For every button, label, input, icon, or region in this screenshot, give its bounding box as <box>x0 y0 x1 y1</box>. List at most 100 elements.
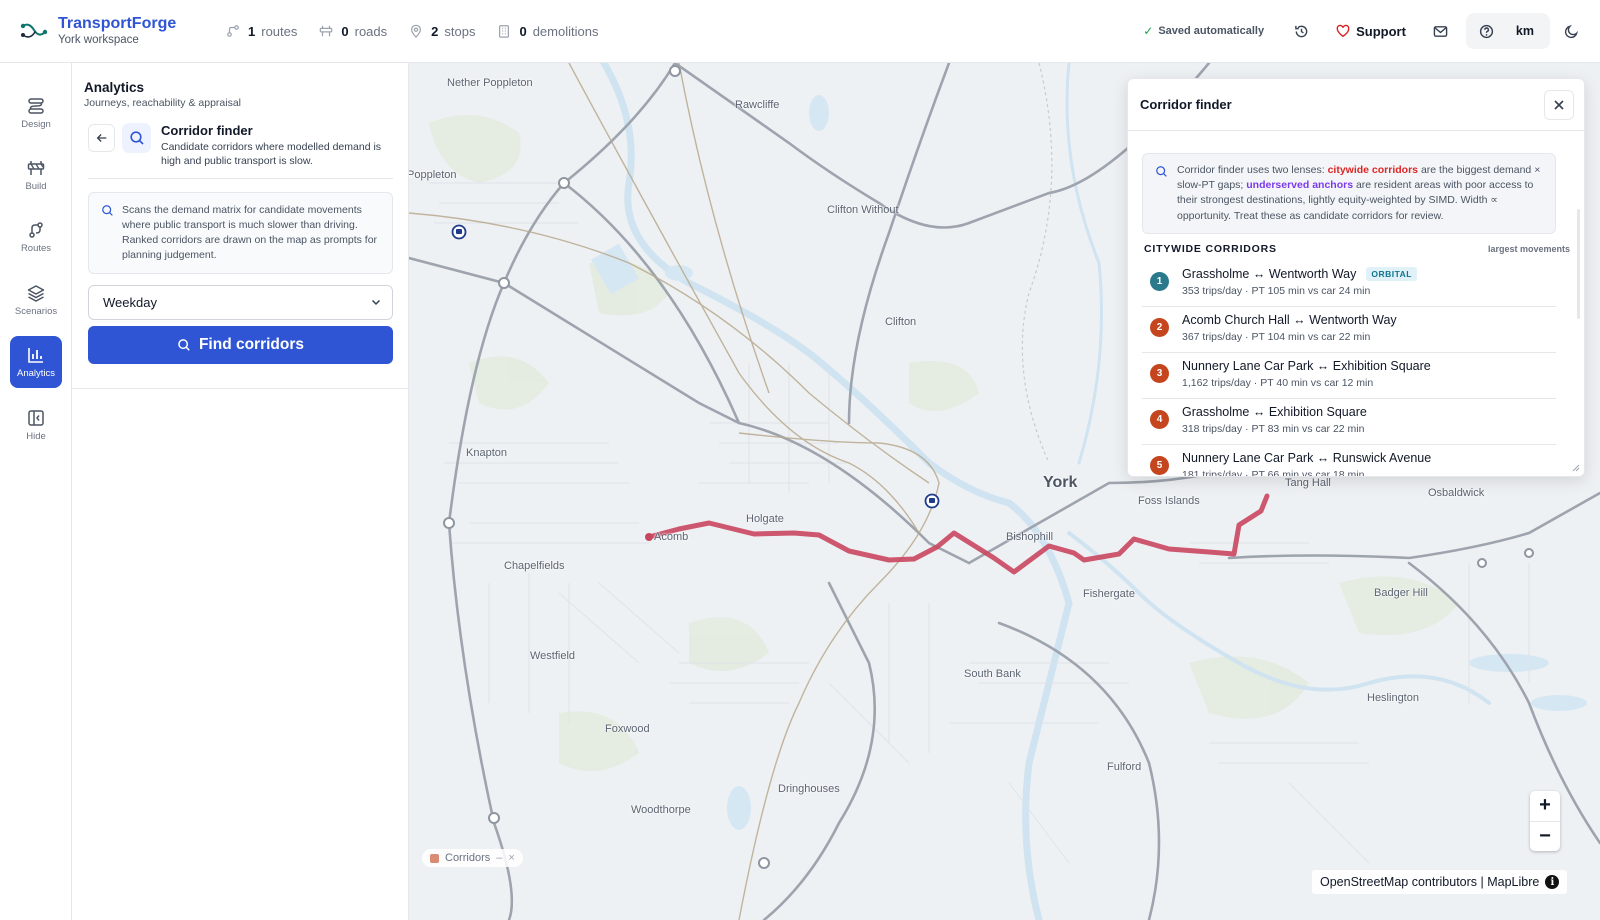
stat-stops: 2 stops <box>409 24 475 39</box>
stat-count: 1 <box>248 23 256 39</box>
place-label: Clifton <box>885 316 917 328</box>
transportforge-logo-icon <box>20 23 48 38</box>
nav-design[interactable]: Design <box>10 87 62 139</box>
save-status-text: Saved automatically <box>1158 25 1265 37</box>
close-icon <box>1554 99 1564 110</box>
check-icon: ✓ <box>1143 24 1154 38</box>
corridor-name: Grassholme ↔ Exhibition Square <box>1182 404 1367 419</box>
corridor-finder-panel: Corridor finder Corridor finder uses two… <box>1127 78 1585 477</box>
day-type-value: Weekday <box>103 294 157 310</box>
support-label: Support <box>1356 23 1406 39</box>
place-label: South Bank <box>964 668 1021 680</box>
nav-routes[interactable]: Routes <box>10 211 62 263</box>
find-corridors-button[interactable]: Find corridors <box>88 325 393 364</box>
corridor-route-line[interactable] <box>646 493 1270 575</box>
help-icon <box>1480 24 1494 38</box>
corridor-name: Nunnery Lane Car Park ↔ Runswick Avenue <box>1182 450 1432 465</box>
legend-minimize-button[interactable]: – <box>496 852 502 864</box>
tool-info-text: Scans the demand matrix for candidate mo… <box>122 204 378 262</box>
design-icon <box>28 97 44 114</box>
rank-badge: 3 <box>1150 363 1169 383</box>
top-actions: ✓ Saved automatically Support km <box>1143 0 1600 63</box>
corridor-list: 1 Grassholme ↔ Wentworth Way ORBITAL 353 … <box>1142 261 1556 477</box>
back-button[interactable] <box>88 124 116 152</box>
corridor-finder-title: Corridor finder <box>1140 97 1232 112</box>
corridor-item[interactable]: 1 Grassholme ↔ Wentworth Way ORBITAL 353 … <box>1142 261 1556 307</box>
place-label: Holgate <box>746 513 784 525</box>
stat-count: 0 <box>519 23 527 39</box>
zoom-controls: + − <box>1530 791 1560 851</box>
rank-badge: 1 <box>1150 271 1169 291</box>
road-barrier-icon <box>320 25 333 37</box>
corridor-name: Grassholme ↔ Wentworth Way <box>1182 266 1357 281</box>
corridor-item[interactable]: 3 Nunnery Lane Car Park ↔ Exhibition Squ… <box>1142 353 1556 399</box>
legend-swatch <box>430 853 439 863</box>
corridor-meta: 353 trips/day · PT 105 min vs car 24 min <box>1182 284 1371 297</box>
nav-label: Routes <box>20 242 52 254</box>
panel-header: Analytics Journeys, reachability & appra… <box>72 63 408 109</box>
place-label: Fulford <box>1107 761 1142 773</box>
stat-count: 0 <box>341 23 349 39</box>
place-label: York <box>1043 474 1078 491</box>
theme-toggle[interactable] <box>1556 16 1586 46</box>
nav-hide[interactable]: Hide <box>10 399 62 451</box>
contact-button[interactable] <box>1426 16 1456 46</box>
resize-handle-icon[interactable] <box>1570 462 1580 472</box>
arrow-left-icon <box>96 134 106 142</box>
search-icon <box>178 339 190 351</box>
panel-scrollbar[interactable] <box>1577 209 1580 319</box>
tool-description: Candidate corridors where modelled deman… <box>161 141 382 168</box>
place-label: Badger Hill <box>1374 587 1428 599</box>
corridor-meta: 181 trips/day · PT 66 min vs car 18 min <box>1182 468 1365 477</box>
bar-chart-icon <box>28 347 43 363</box>
close-button[interactable] <box>1544 89 1574 120</box>
panel-divider <box>72 388 409 389</box>
units-toggle[interactable]: km <box>1506 24 1544 38</box>
routes-icon <box>29 221 43 238</box>
search-icon <box>102 205 113 217</box>
place-label: Poppleton <box>409 169 457 181</box>
tool-badge <box>122 123 151 153</box>
map-attribution[interactable]: OpenStreetMap contributors | MapLibre i <box>1312 870 1568 894</box>
corridor-item[interactable]: 4 Grassholme ↔ Exhibition Square 318 tri… <box>1142 399 1556 445</box>
nav-build[interactable]: Build <box>10 149 62 201</box>
panel-subtitle: Journeys, reachability & appraisal <box>84 97 241 109</box>
brand[interactable]: TransportForge York workspace <box>20 15 200 46</box>
rank-badge: 4 <box>1150 409 1169 429</box>
support-button[interactable]: Support <box>1336 24 1406 39</box>
corridor-item[interactable]: 5 Nunnery Lane Car Park ↔ Runswick Avenu… <box>1142 445 1556 477</box>
info-icon[interactable]: i <box>1545 875 1560 889</box>
zoom-out-button[interactable]: − <box>1530 820 1560 852</box>
route-icon <box>227 25 239 37</box>
tool-header: Corridor finder Candidate corridors wher… <box>88 123 393 180</box>
corridor-item[interactable]: 2 Acomb Church Hall ↔ Wentworth Way 367 … <box>1142 307 1556 353</box>
stat-routes: 1 routes <box>226 24 297 39</box>
nav-scenarios[interactable]: Scenarios <box>10 274 62 326</box>
legend-close-button[interactable]: × <box>508 852 514 864</box>
place-label: Heslington <box>1367 692 1419 704</box>
place-label: Clifton Without <box>827 204 899 216</box>
search-icon <box>129 131 144 145</box>
zoom-in-button[interactable]: + <box>1530 791 1560 821</box>
day-type-select[interactable]: Weekday <box>88 284 393 320</box>
sidebar-collapse-icon <box>28 409 44 426</box>
panel-title: Analytics <box>84 80 145 95</box>
place-label: Westfield <box>530 650 576 662</box>
help-button[interactable] <box>1472 16 1502 46</box>
corridors-legend[interactable]: Corridors – × <box>422 849 523 867</box>
scenario-stats: 1 routes 0 roads 2 stops 0 demolitions <box>226 24 598 39</box>
info-text: Corridor finder uses two lenses: <box>1177 164 1328 176</box>
place-label: Dringhouses <box>778 783 840 795</box>
stat-demolitions: 0 demolitions <box>497 24 598 39</box>
top-bar: TransportForge York workspace 1 routes 0… <box>0 0 1600 63</box>
place-label: Bishophill <box>1006 531 1054 543</box>
nav-analytics[interactable]: Analytics <box>10 336 62 388</box>
map-pin-icon <box>411 24 422 38</box>
attribution-text[interactable]: OpenStreetMap contributors | MapLibre <box>1320 875 1539 889</box>
history-button[interactable] <box>1286 16 1316 46</box>
nav-label: Analytics <box>16 367 55 379</box>
place-label: Rawcliffe <box>735 99 780 111</box>
layers-icon <box>27 284 45 302</box>
citywide-corridors-section: CITYWIDE CORRIDORS largest movements <box>1144 243 1570 255</box>
stat-label: routes <box>261 23 298 39</box>
